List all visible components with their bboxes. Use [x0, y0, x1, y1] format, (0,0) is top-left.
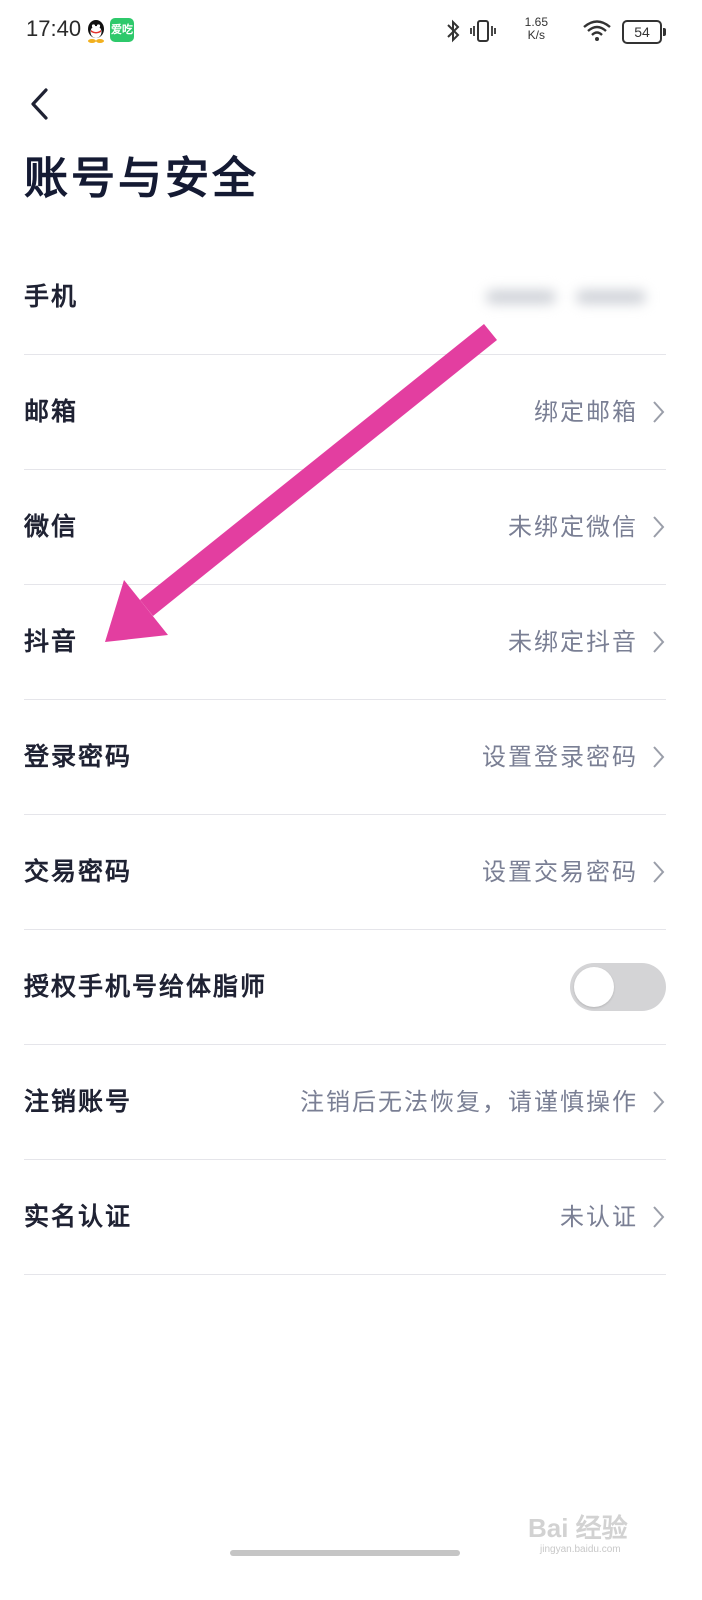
row-label: 微信: [24, 512, 79, 541]
row-label: 登录密码: [24, 742, 133, 771]
chevron-right-icon: [653, 1091, 665, 1113]
row-label: 邮箱: [24, 397, 79, 426]
battery-icon: 54: [622, 20, 666, 44]
chevron-right-icon: [653, 516, 665, 538]
chevron-right-icon: [653, 631, 665, 653]
chevron-left-icon: [31, 88, 48, 120]
status-bar: 17:40 爱吃 1.65 K/s 54: [0, 0, 702, 64]
bluetooth-icon: [444, 18, 462, 48]
chevron-right-icon: [653, 1206, 665, 1228]
app-icon: 爱吃: [110, 18, 134, 42]
authorize-phone-toggle[interactable]: [570, 963, 666, 1011]
row-value: 设置登录密码: [482, 743, 638, 771]
setting-row-cancel-account[interactable]: 注销账号 注销后无法恢复，请谨慎操作: [24, 1045, 666, 1160]
setting-row-login-password[interactable]: 登录密码 设置登录密码: [24, 700, 666, 815]
setting-row-wechat[interactable]: 微信 未绑定微信: [24, 470, 666, 585]
vibrate-icon: [470, 18, 496, 48]
setting-row-douyin[interactable]: 抖音 未绑定抖音: [24, 585, 666, 700]
row-label: 授权手机号给体脂师: [24, 972, 268, 1001]
setting-row-trade-password[interactable]: 交易密码 设置交易密码: [24, 815, 666, 930]
home-indicator[interactable]: [230, 1550, 460, 1556]
row-value: 绑定邮箱: [534, 398, 638, 426]
qq-icon: [84, 18, 108, 43]
settings-list: 手机 邮箱 绑定邮箱 微信 未绑定微信 抖音 未绑定抖音 登录密码 设置登录密码: [24, 240, 666, 1275]
row-label: 手机: [24, 282, 79, 311]
row-label: 注销账号: [24, 1087, 133, 1116]
row-value: 未绑定微信: [508, 513, 638, 541]
setting-row-real-name[interactable]: 实名认证 未认证: [24, 1160, 666, 1275]
chevron-right-icon: [653, 746, 665, 768]
setting-row-phone[interactable]: 手机: [24, 240, 666, 355]
baidu-jingyan-watermark: Bai 经验 jingyan.baidu.com: [522, 1494, 652, 1555]
back-button[interactable]: [22, 82, 62, 126]
row-value: 注销后无法恢复，请谨慎操作: [300, 1088, 638, 1116]
network-speed-unit: K/s: [527, 28, 545, 42]
watermark-brand: Bai 经验: [528, 1513, 628, 1543]
chevron-right-icon: [653, 861, 665, 883]
network-speed: 1.65 K/s: [525, 16, 548, 42]
toggle-knob: [574, 967, 614, 1007]
setting-row-email[interactable]: 邮箱 绑定邮箱: [24, 355, 666, 470]
status-time: 17:40: [26, 16, 82, 41]
wifi-icon: [582, 18, 612, 46]
setting-row-authorize-phone: 授权手机号给体脂师: [24, 930, 666, 1045]
watermark-url: jingyan.baidu.com: [540, 1544, 621, 1555]
row-value: 设置交易密码: [482, 858, 638, 886]
phone-number-redacted: [476, 282, 656, 312]
row-label: 实名认证: [24, 1202, 133, 1231]
row-label: 交易密码: [24, 857, 133, 886]
page-title: 账号与安全: [24, 153, 259, 204]
row-value: 未认证: [560, 1203, 638, 1231]
row-label: 抖音: [24, 627, 79, 656]
row-value: 未绑定抖音: [508, 628, 638, 656]
chevron-right-icon: [653, 401, 665, 423]
